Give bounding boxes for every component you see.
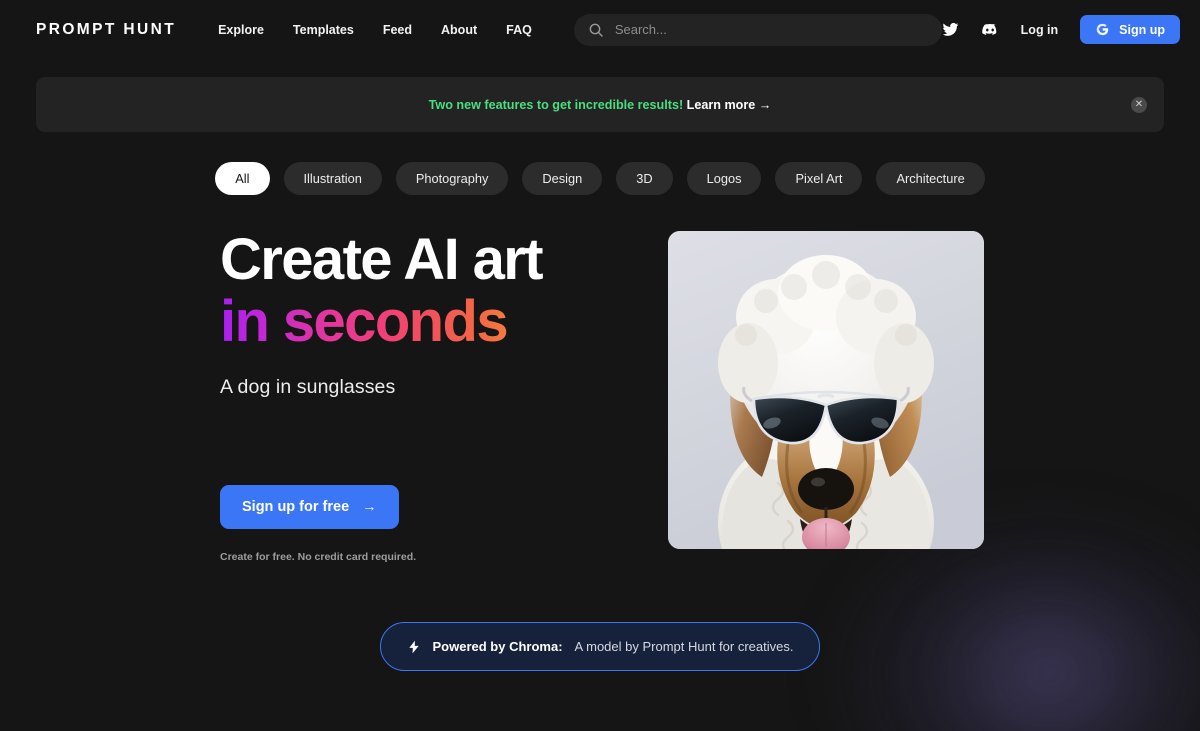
banner-learn-more-link[interactable]: Learn more → [687, 98, 772, 112]
filter-pill-illustration[interactable]: Illustration [283, 162, 382, 195]
dog-in-sunglasses-illustration [668, 231, 984, 549]
headline-line-1: Create AI art [220, 227, 544, 292]
nav-link-explore[interactable]: Explore [218, 23, 264, 37]
banner-highlight: Two new features to get incredible resul… [428, 97, 684, 112]
hero-generated-image[interactable] [668, 231, 984, 549]
filter-pill-3d[interactable]: 3D [616, 162, 673, 195]
hero-subtitle: A dog in sunglasses [220, 376, 396, 398]
nav-link-feed[interactable]: Feed [383, 23, 412, 37]
page-root: PROMPT HUNT Explore Templates Feed About… [0, 0, 1200, 671]
hero-copy: Create AI art in seconds A dog in sungla… [220, 231, 550, 563]
nav-link-templates[interactable]: Templates [293, 23, 354, 37]
navbar: PROMPT HUNT Explore Templates Feed About… [0, 0, 1200, 59]
banner-text: Two new features to get incredible resul… [429, 98, 772, 112]
cta-label: Sign up for free [242, 499, 350, 515]
close-icon[interactable]: ✕ [1131, 96, 1147, 113]
page-title: Create AI art in seconds [220, 231, 550, 351]
filter-pill-logos[interactable]: Logos [686, 162, 762, 195]
chroma-badge-wrap: Powered by Chroma: A model by Prompt Hun… [0, 622, 1200, 671]
filter-pill-pixel-art[interactable]: Pixel Art [775, 162, 863, 195]
filter-pill-all[interactable]: All [215, 162, 270, 195]
nav-link-about[interactable]: About [441, 23, 477, 37]
hero-fineprint: Create for free. No credit card required… [220, 551, 417, 563]
filter-pill-architecture[interactable]: Architecture [876, 162, 985, 195]
chroma-badge-title: Powered by Chroma: [432, 639, 563, 654]
powered-by-chroma-badge[interactable]: Powered by Chroma: A model by Prompt Hun… [379, 622, 821, 671]
filter-pill-photography[interactable]: Photography [395, 162, 509, 195]
nav-link-faq[interactable]: FAQ [506, 23, 532, 37]
google-g-icon [1095, 22, 1110, 37]
discord-icon[interactable] [981, 21, 999, 39]
nav-links: Explore Templates Feed About FAQ [218, 23, 532, 37]
signup-button-label: Sign up [1119, 22, 1165, 37]
twitter-icon[interactable] [942, 21, 959, 38]
login-link[interactable]: Log in [1021, 23, 1059, 37]
arrow-right-icon: → [362, 499, 377, 515]
chroma-badge-description: A model by Prompt Hunt for creatives. [574, 639, 794, 654]
navbar-right: Log in Sign up [942, 15, 1180, 44]
search-input[interactable] [614, 22, 928, 37]
filter-pill-design[interactable]: Design [522, 162, 603, 195]
lightning-bolt-icon [407, 638, 421, 656]
signup-button[interactable]: Sign up [1080, 15, 1180, 44]
announcement-banner[interactable]: Two new features to get incredible resul… [36, 77, 1164, 132]
hero-section: Create AI art in seconds A dog in sungla… [0, 231, 1200, 563]
headline-line-2: in seconds [220, 293, 550, 351]
search-bar[interactable] [573, 13, 942, 46]
category-filter-bar: All Illustration Photography Design 3D L… [0, 162, 1200, 195]
site-logo[interactable]: PROMPT HUNT [36, 21, 176, 39]
search-icon [588, 22, 604, 38]
signup-for-free-button[interactable]: Sign up for free → [220, 485, 399, 529]
